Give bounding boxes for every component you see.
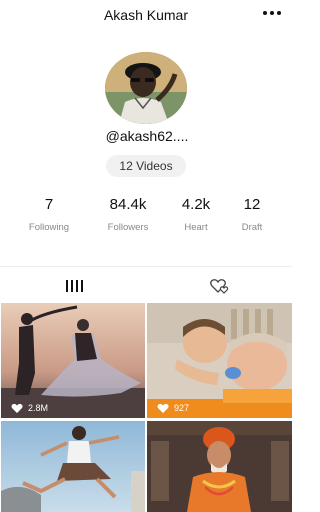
tab-videos[interactable] [62, 276, 86, 296]
video-thumbnail[interactable] [147, 421, 292, 512]
stat-followers[interactable]: 84.4k Followers [98, 196, 158, 233]
tab-liked[interactable] [208, 276, 232, 296]
draft-count: 12 [243, 196, 261, 213]
heart-label: Heart [184, 222, 208, 233]
dot [270, 11, 274, 15]
followers-count: 84.4k [109, 196, 147, 213]
heart-count: 4.2k [181, 196, 211, 213]
heart-icon [157, 403, 169, 413]
heart-icon [11, 403, 23, 413]
video-thumbnail-image [147, 421, 292, 512]
likes-value: 2.8M [28, 403, 49, 413]
avatar-image [105, 52, 187, 124]
likes-count: 2.8M [11, 403, 48, 413]
followers-label: Followers [107, 222, 149, 233]
video-thumbnail-image [147, 303, 292, 418]
grid-bars-icon [66, 280, 83, 292]
video-thumbnail-image [1, 421, 145, 512]
top-bar: Akash Kumar [0, 0, 292, 30]
content-tabs [0, 270, 292, 300]
videos-count-badge[interactable]: 12 Videos [106, 155, 186, 177]
video-thumbnail[interactable]: 2.8M [1, 303, 145, 418]
stat-following[interactable]: 7 Following [19, 196, 79, 233]
dot [263, 11, 267, 15]
stat-draft[interactable]: 12 Draft [222, 196, 282, 233]
video-thumbnail-image [1, 303, 145, 418]
likes-value: 927 [174, 403, 190, 413]
video-grid: 2.8M 927 [0, 303, 292, 512]
draft-label: Draft [241, 222, 263, 233]
likes-count: 927 [157, 403, 189, 413]
more-options-icon[interactable] [260, 4, 284, 22]
profile-stats: 7 Following 84.4k Followers 4.2k Heart 1… [0, 196, 292, 236]
section-divider [0, 266, 292, 267]
username-handle: @akash62.... [105, 128, 189, 144]
avatar[interactable] [105, 52, 187, 124]
following-count: 7 [44, 196, 54, 213]
profile-name: Akash Kumar [103, 7, 189, 23]
stat-heart[interactable]: 4.2k Heart [166, 196, 226, 233]
liked-hearts-icon [210, 279, 229, 294]
video-thumbnail[interactable]: 927 [147, 303, 292, 418]
following-label: Following [28, 222, 70, 233]
video-thumbnail[interactable] [1, 421, 145, 512]
dot [277, 11, 281, 15]
